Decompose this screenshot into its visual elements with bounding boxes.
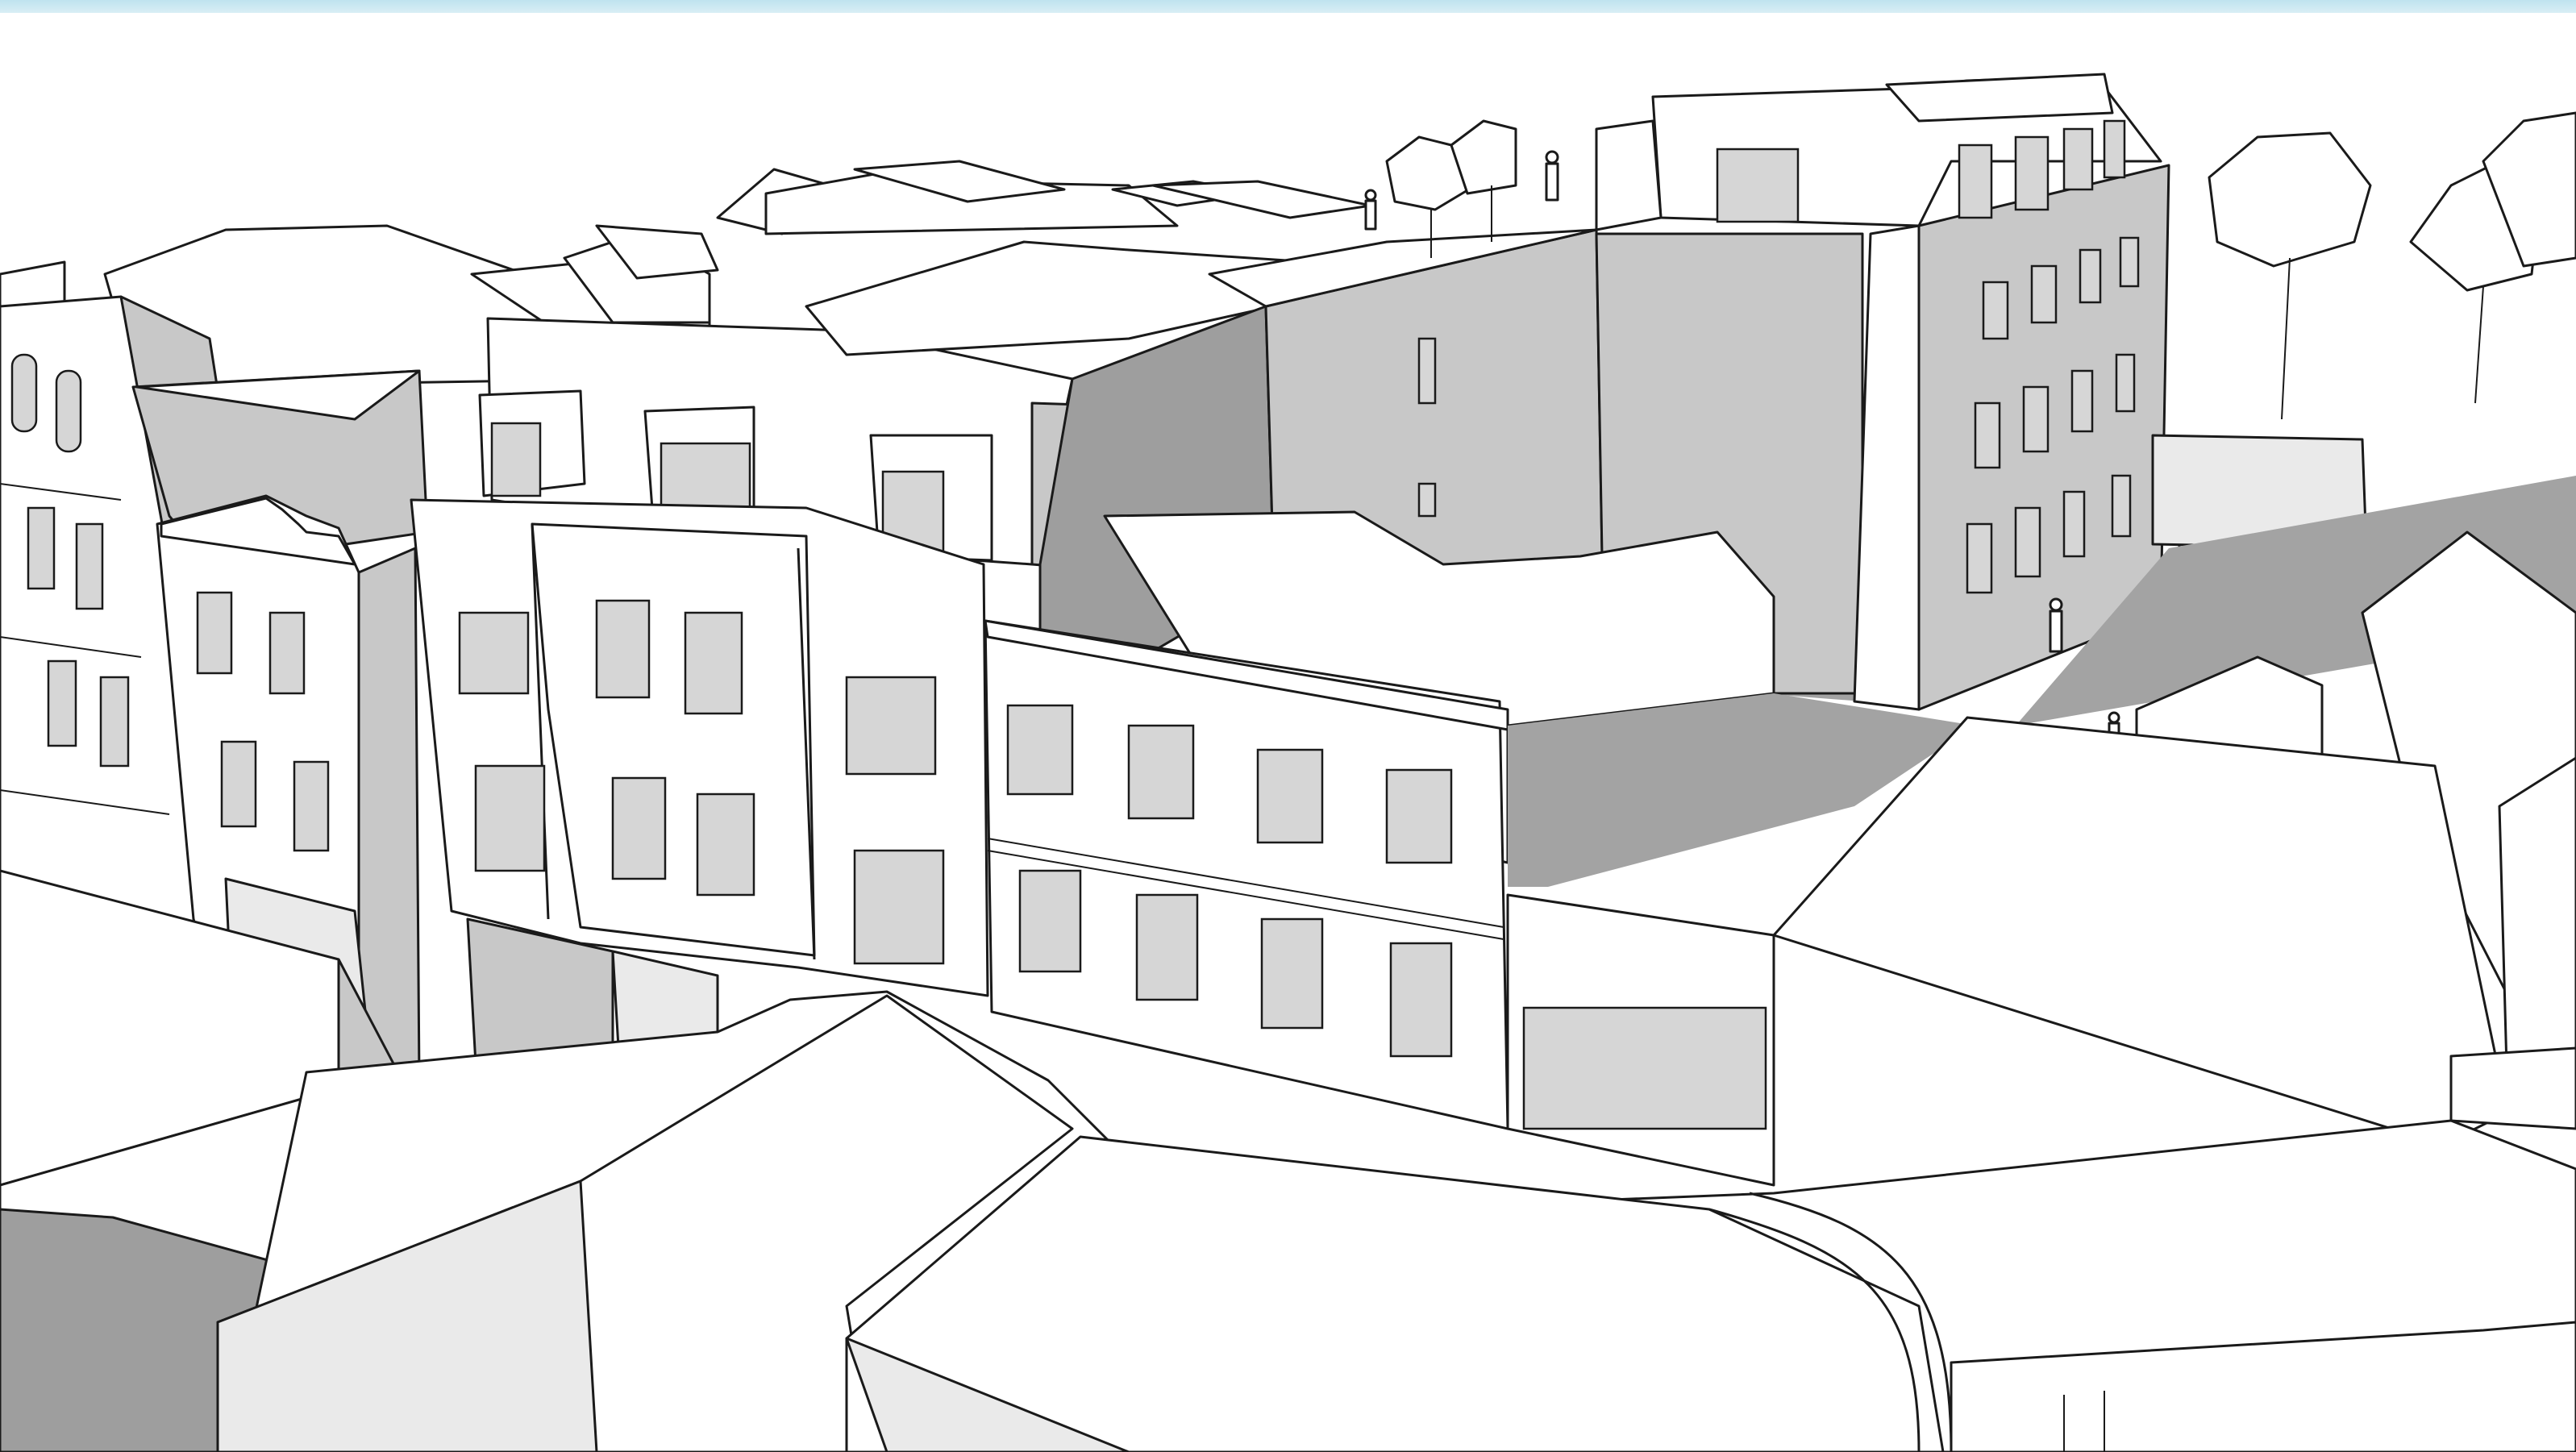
tree bbox=[2208, 131, 2372, 420]
person-figure bbox=[1364, 189, 1377, 231]
person-figure bbox=[2049, 597, 2063, 653]
person-figure bbox=[1545, 150, 1559, 202]
shop-windows bbox=[1522, 1006, 1767, 1130]
street-scene-model[interactable] bbox=[0, 0, 2576, 1452]
model-viewport[interactable] bbox=[0, 0, 2576, 1452]
